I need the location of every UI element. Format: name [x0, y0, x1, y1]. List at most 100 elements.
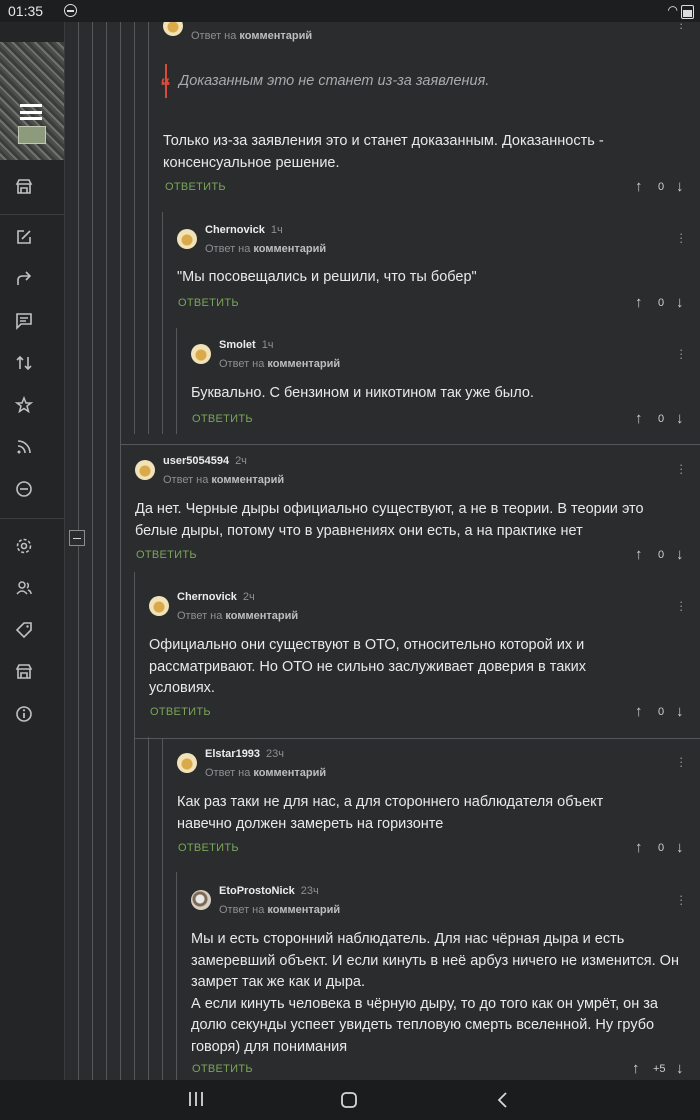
- vote-control: ↑ 0 ↓: [635, 294, 685, 312]
- reply-button[interactable]: ОТВЕТИТЬ: [165, 181, 226, 193]
- more-options-icon[interactable]: ···: [679, 595, 683, 616]
- thread-line: [148, 737, 149, 1080]
- avatar[interactable]: [191, 890, 211, 910]
- comment-time: 2ч: [242, 591, 255, 603]
- back-button[interactable]: [494, 1091, 512, 1113]
- thread-line: [162, 212, 163, 434]
- more-options-icon[interactable]: ···: [679, 751, 683, 772]
- user-avatar-block[interactable]: [0, 42, 64, 160]
- avatar[interactable]: [191, 344, 211, 364]
- comment-text: Мы и есть сторонний наблюдатель. Для нас…: [191, 931, 679, 1055]
- author-name[interactable]: user5054594 2ч: [163, 455, 247, 467]
- thread-line: [176, 328, 177, 434]
- downvote-icon[interactable]: ↓: [676, 1060, 684, 1077]
- comment-time: 23ч: [266, 748, 285, 760]
- vote-control: ↑ 0 ↓: [635, 839, 685, 857]
- author-name[interactable]: Chernovick 2ч: [177, 591, 255, 603]
- reply-button[interactable]: ОТВЕТИТЬ: [136, 549, 197, 561]
- status-bar: 01:35 ◠: [0, 0, 700, 22]
- avatar[interactable]: [135, 460, 155, 480]
- shop-icon-2[interactable]: [14, 663, 34, 683]
- reply-to-link[interactable]: Ответ на комментарий: [163, 474, 284, 486]
- tag-icon[interactable]: [14, 621, 34, 641]
- reply-button[interactable]: ОТВЕТИТЬ: [192, 413, 253, 425]
- reply-to-link[interactable]: Ответ на комментарий: [177, 610, 298, 622]
- reply-button[interactable]: ОТВЕТИТЬ: [178, 842, 239, 854]
- upvote-icon[interactable]: ↑: [635, 410, 643, 427]
- sidebar: [0, 22, 65, 1080]
- comment-time: 23ч: [300, 885, 319, 897]
- avatar[interactable]: [149, 596, 169, 616]
- upvote-icon[interactable]: ↑: [632, 1060, 640, 1077]
- wifi-icon: ◠: [667, 3, 678, 17]
- upvote-icon[interactable]: ↑: [635, 546, 643, 563]
- vote-count: 0: [658, 297, 665, 309]
- users-icon[interactable]: [14, 579, 34, 599]
- vote-control: ↑ +5 ↓: [632, 1060, 687, 1078]
- reply-button[interactable]: ОТВЕТИТЬ: [192, 1063, 253, 1075]
- sort-arrows-icon[interactable]: [14, 354, 34, 374]
- share-icon[interactable]: [14, 270, 34, 290]
- vote-count: 0: [658, 413, 665, 425]
- more-options-icon[interactable]: ···: [679, 227, 683, 248]
- thread-line: [120, 22, 121, 1080]
- downvote-icon[interactable]: ↓: [676, 703, 684, 720]
- shop-icon[interactable]: [14, 178, 34, 198]
- comment-text: Официально они существуют в ОТО, относит…: [149, 637, 586, 696]
- home-button[interactable]: [340, 1091, 358, 1113]
- clock: 01:35: [8, 3, 44, 19]
- more-options-icon[interactable]: ···: [679, 889, 683, 910]
- downvote-icon[interactable]: ↓: [676, 294, 684, 311]
- reply-to-link[interactable]: Ответ на комментарий: [191, 30, 312, 42]
- thread-divider: [120, 444, 700, 445]
- thread-line: [134, 22, 135, 434]
- menu-icon[interactable]: [20, 104, 42, 120]
- upvote-icon[interactable]: ↑: [635, 294, 643, 311]
- downvote-icon[interactable]: ↓: [676, 546, 684, 563]
- info-icon[interactable]: [14, 705, 34, 725]
- reply-to-link[interactable]: Ответ на комментарий: [205, 767, 326, 779]
- avatar[interactable]: [163, 22, 183, 36]
- comment-text: Только из-за заявления это и станет дока…: [163, 133, 604, 171]
- comment-time: 2ч: [235, 455, 247, 467]
- reply-to-link[interactable]: Ответ на комментарий: [205, 243, 326, 255]
- upvote-icon[interactable]: ↑: [635, 178, 643, 195]
- reply-button[interactable]: ОТВЕТИТЬ: [178, 297, 239, 309]
- more-options-icon[interactable]: ···: [679, 343, 683, 364]
- reply-button[interactable]: ОТВЕТИТЬ: [150, 706, 211, 718]
- comment-text: Как раз таки не для нас, а для стороннег…: [177, 794, 604, 832]
- author-name[interactable]: Elstar1993 23ч: [205, 748, 284, 760]
- do-not-disturb-icon: [64, 4, 77, 17]
- avatar[interactable]: [177, 753, 197, 773]
- ignore-icon[interactable]: [14, 480, 34, 500]
- vote-control: ↑ 0 ↓: [635, 178, 685, 196]
- author-name[interactable]: EtoProstoNick 23ч: [219, 885, 319, 897]
- star-icon[interactable]: [14, 395, 34, 416]
- comments-icon[interactable]: [14, 312, 34, 332]
- avatar[interactable]: [177, 229, 197, 249]
- edit-icon[interactable]: [14, 228, 34, 248]
- upvote-icon[interactable]: ↑: [635, 839, 643, 856]
- comments-thread: Ответ на комментарий ··· “ Доказанным эт…: [65, 22, 700, 1080]
- more-options-icon[interactable]: ···: [679, 458, 683, 479]
- rss-icon[interactable]: [14, 438, 34, 458]
- downvote-icon[interactable]: ↓: [676, 839, 684, 856]
- author-name[interactable]: Smolet 1ч: [219, 339, 274, 351]
- vote-count: 0: [658, 549, 665, 561]
- recent-apps-button[interactable]: [187, 1090, 205, 1112]
- settings-icon[interactable]: [14, 537, 34, 557]
- vote-control: ↑ 0 ↓: [635, 410, 685, 428]
- reply-to-link[interactable]: Ответ на комментарий: [219, 358, 340, 370]
- comment-text: Буквально. С бензином и никотином так уж…: [191, 385, 534, 401]
- upvote-icon[interactable]: ↑: [635, 703, 643, 720]
- more-options-icon[interactable]: ···: [679, 22, 683, 34]
- system-navigation-bar: [0, 1080, 700, 1120]
- collapse-thread-button[interactable]: [69, 530, 85, 546]
- downvote-icon[interactable]: ↓: [676, 178, 684, 195]
- author-name[interactable]: Chernovick 1ч: [205, 224, 283, 236]
- comment-text: "Мы посовещались и решили, что ты бобер": [177, 269, 477, 285]
- reply-to-link[interactable]: Ответ на комментарий: [219, 904, 340, 916]
- downvote-icon[interactable]: ↓: [676, 410, 684, 427]
- vote-control: ↑ 0 ↓: [635, 546, 685, 564]
- thread-divider: [134, 738, 700, 739]
